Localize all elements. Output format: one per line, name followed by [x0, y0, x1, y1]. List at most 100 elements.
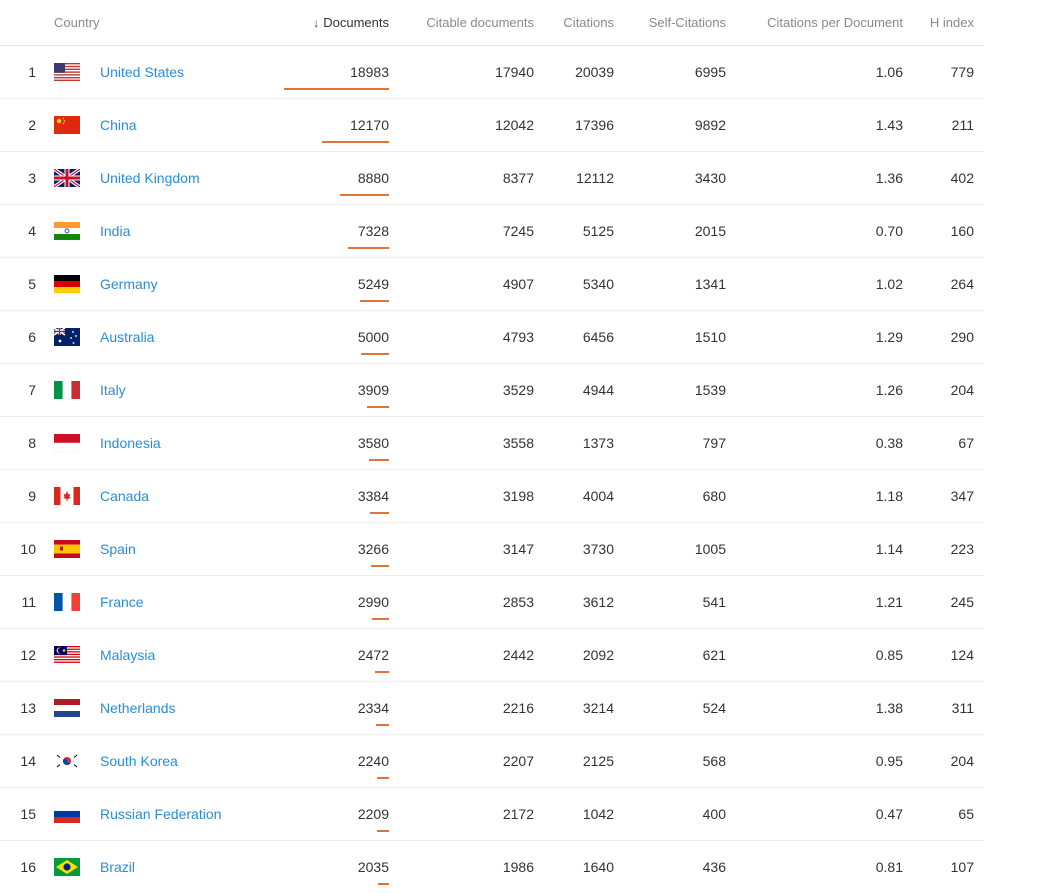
country-cell: Australia: [100, 311, 290, 364]
rank-value: 5: [28, 276, 36, 292]
citations-per-document-header[interactable]: Citations per Document: [736, 0, 913, 46]
country-link[interactable]: Australia: [100, 329, 154, 345]
self-citations-value: 524: [703, 700, 726, 716]
citations-cell: 17396: [544, 99, 624, 152]
self-citations-cell: 2015: [624, 205, 736, 258]
documents-value: 8880: [358, 170, 389, 186]
de-flag-icon: [54, 275, 80, 293]
country-cell: Germany: [100, 258, 290, 311]
flag-cell: [36, 682, 100, 735]
cpd-header-label: Citations per Document: [767, 15, 903, 30]
h-index-cell: 67: [913, 417, 984, 470]
table-row: 13Netherlands2334221632145241.38311: [0, 682, 984, 735]
documents-wrap: 2035: [358, 859, 389, 875]
rank-cell: 3: [0, 152, 36, 205]
country-header[interactable]: Country: [36, 0, 290, 46]
citations-value: 2125: [583, 753, 614, 769]
table-row: 5Germany52494907534013411.02264: [0, 258, 984, 311]
documents-wrap: 3266: [358, 541, 389, 557]
h-index-cell: 245: [913, 576, 984, 629]
documents-header[interactable]: ↓Documents: [290, 0, 399, 46]
citable-documents-cell: 2442: [399, 629, 544, 682]
documents-cell: 3384: [290, 470, 399, 523]
citations-per-document-cell: 1.36: [736, 152, 913, 205]
self-citations-cell: 1539: [624, 364, 736, 417]
citations-cell: 2125: [544, 735, 624, 788]
documents-bar: [360, 300, 389, 302]
h-index-header[interactable]: H index: [913, 0, 984, 46]
documents-value: 2990: [358, 594, 389, 610]
rank-cell: 9: [0, 470, 36, 523]
documents-value: 7328: [358, 223, 389, 239]
h-index-value: 67: [958, 435, 974, 451]
flag-cell: [36, 152, 100, 205]
documents-value: 3580: [358, 435, 389, 451]
country-cell: Indonesia: [100, 417, 290, 470]
documents-wrap: 8880: [358, 170, 389, 186]
citations-cell: 1373: [544, 417, 624, 470]
self-citations-cell: 6995: [624, 46, 736, 99]
rank-value: 8: [28, 435, 36, 451]
citable-header-label: Citable documents: [426, 15, 534, 30]
documents-wrap: 3384: [358, 488, 389, 504]
documents-wrap: 5249: [358, 276, 389, 292]
citations-per-document-value: 0.81: [876, 859, 903, 875]
country-link[interactable]: France: [100, 594, 144, 610]
citations-per-document-value: 1.38: [876, 700, 903, 716]
country-link[interactable]: United States: [100, 64, 184, 80]
documents-wrap: 3580: [358, 435, 389, 451]
citable-documents-header[interactable]: Citable documents: [399, 0, 544, 46]
citable-documents-cell: 2172: [399, 788, 544, 841]
self-citations-header[interactable]: Self-Citations: [624, 0, 736, 46]
country-link[interactable]: India: [100, 223, 130, 239]
documents-value: 2472: [358, 647, 389, 663]
rank-cell: 11: [0, 576, 36, 629]
flag-cell: [36, 629, 100, 682]
rank-cell: 8: [0, 417, 36, 470]
table-row: 9Canada3384319840046801.18347: [0, 470, 984, 523]
documents-value: 18983: [350, 64, 389, 80]
documents-bar: [284, 88, 389, 90]
citations-header[interactable]: Citations: [544, 0, 624, 46]
citations-value: 5125: [583, 223, 614, 239]
self-citations-value: 1341: [695, 276, 726, 292]
country-link[interactable]: Netherlands: [100, 700, 176, 716]
country-link[interactable]: Russian Federation: [100, 806, 221, 822]
rank-cell: 14: [0, 735, 36, 788]
h-index-value: 264: [951, 276, 974, 292]
country-link[interactable]: Indonesia: [100, 435, 161, 451]
citations-per-document-value: 1.14: [876, 541, 903, 557]
country-link[interactable]: Canada: [100, 488, 149, 504]
flag-cell: [36, 311, 100, 364]
citable-documents-cell: 4907: [399, 258, 544, 311]
h-index-value: 204: [951, 753, 974, 769]
h-index-cell: 402: [913, 152, 984, 205]
h-index-cell: 107: [913, 841, 984, 893]
citations-per-document-cell: 1.26: [736, 364, 913, 417]
country-link[interactable]: Brazil: [100, 859, 135, 875]
citations-per-document-value: 1.18: [876, 488, 903, 504]
country-link[interactable]: Spain: [100, 541, 136, 557]
citations-per-document-cell: 0.85: [736, 629, 913, 682]
h-index-value: 402: [951, 170, 974, 186]
table-row: 12Malaysia2472244220926210.85124: [0, 629, 984, 682]
country-cell: Russian Federation: [100, 788, 290, 841]
citations-per-document-value: 1.21: [876, 594, 903, 610]
citable-documents-cell: 8377: [399, 152, 544, 205]
citations-per-document-cell: 1.06: [736, 46, 913, 99]
documents-cell: 2990: [290, 576, 399, 629]
self-citations-cell: 524: [624, 682, 736, 735]
documents-bar: [371, 565, 389, 567]
self-citations-cell: 1005: [624, 523, 736, 576]
country-link[interactable]: South Korea: [100, 753, 178, 769]
self-citations-value: 568: [703, 753, 726, 769]
flag-cell: [36, 523, 100, 576]
table-row: 15Russian Federation2209217210424000.476…: [0, 788, 984, 841]
country-link[interactable]: United Kingdom: [100, 170, 200, 186]
citations-value: 4944: [583, 382, 614, 398]
self-citations-value: 1539: [695, 382, 726, 398]
country-link[interactable]: China: [100, 117, 137, 133]
country-link[interactable]: Malaysia: [100, 647, 155, 663]
country-link[interactable]: Italy: [100, 382, 126, 398]
country-link[interactable]: Germany: [100, 276, 158, 292]
